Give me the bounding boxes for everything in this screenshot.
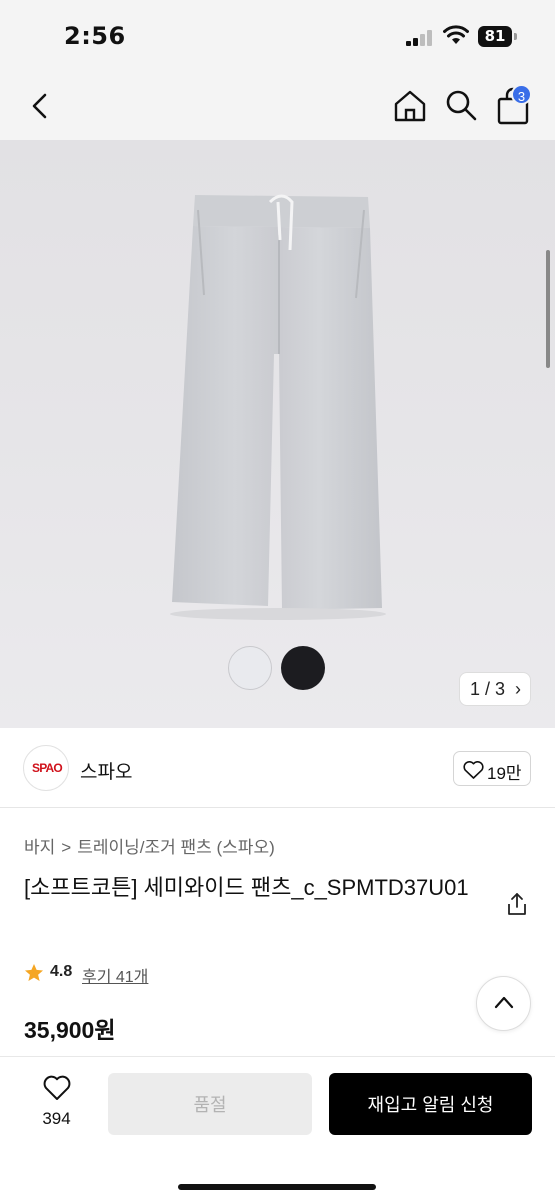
product-price: 35,900원	[24, 1017, 116, 1043]
brand-like-count: 19만	[487, 764, 522, 783]
breadcrumb: 바지 > 트레이닝/조거 팬츠 (스파오)	[24, 833, 275, 858]
restock-alert-button[interactable]: 재입고 알림 신청	[329, 1073, 532, 1135]
battery-level: 81	[478, 26, 512, 47]
search-icon[interactable]	[444, 88, 478, 122]
scroll-to-top-button[interactable]	[476, 976, 531, 1031]
brand-row: SPAO 스파오 19만	[0, 728, 555, 808]
breadcrumb-item[interactable]: 트레이닝/조거 팬츠 (스파오)	[77, 838, 275, 857]
heart-icon	[463, 761, 484, 779]
scroll-indicator	[546, 250, 550, 368]
chevron-up-icon	[494, 996, 514, 1009]
cellular-signal-icon	[406, 30, 432, 46]
brand-name[interactable]: 스파오	[80, 757, 132, 784]
status-time: 2:56	[64, 22, 126, 50]
product-title: [소프트코튼] 세미와이드 팬츠_c_SPMTD37U01	[24, 875, 469, 900]
wish-count: 394	[42, 1109, 71, 1128]
home-icon[interactable]	[392, 88, 428, 124]
cart-count-badge: 3	[511, 84, 532, 105]
product-photo-pants	[170, 194, 386, 620]
brand-logo-text: SPAO	[32, 761, 63, 775]
home-indicator	[178, 1184, 376, 1190]
color-swatch-black[interactable]	[281, 646, 325, 690]
share-icon[interactable]	[506, 892, 528, 916]
brand-logo[interactable]: SPAO	[23, 745, 69, 791]
review-link[interactable]: 후기 41개	[82, 963, 148, 987]
image-counter-button[interactable]: 1 / 3 ›	[459, 672, 531, 706]
brand-like-button[interactable]: 19만	[453, 751, 531, 786]
star-icon	[25, 964, 43, 981]
status-bar: 2:56 81	[0, 0, 555, 72]
rating-value: 4.8	[50, 963, 73, 980]
bottom-action-bar: 394 품절 재입고 알림 신청	[0, 1056, 555, 1200]
breadcrumb-separator: >	[61, 838, 72, 857]
soldout-button[interactable]: 품절	[108, 1073, 312, 1135]
chevron-left-icon[interactable]	[26, 90, 56, 122]
top-nav-bar	[0, 72, 555, 140]
chevron-right-icon: ›	[515, 679, 521, 699]
battery-icon: 81	[478, 26, 518, 47]
product-image-gallery[interactable]: 1 / 3 ›	[0, 140, 555, 728]
image-counter-text: 1 / 3	[470, 679, 506, 699]
breadcrumb-item[interactable]: 바지	[24, 838, 55, 857]
color-swatch-light-gray[interactable]	[228, 646, 272, 690]
heart-icon[interactable]	[43, 1075, 71, 1101]
wifi-icon	[443, 25, 469, 44]
